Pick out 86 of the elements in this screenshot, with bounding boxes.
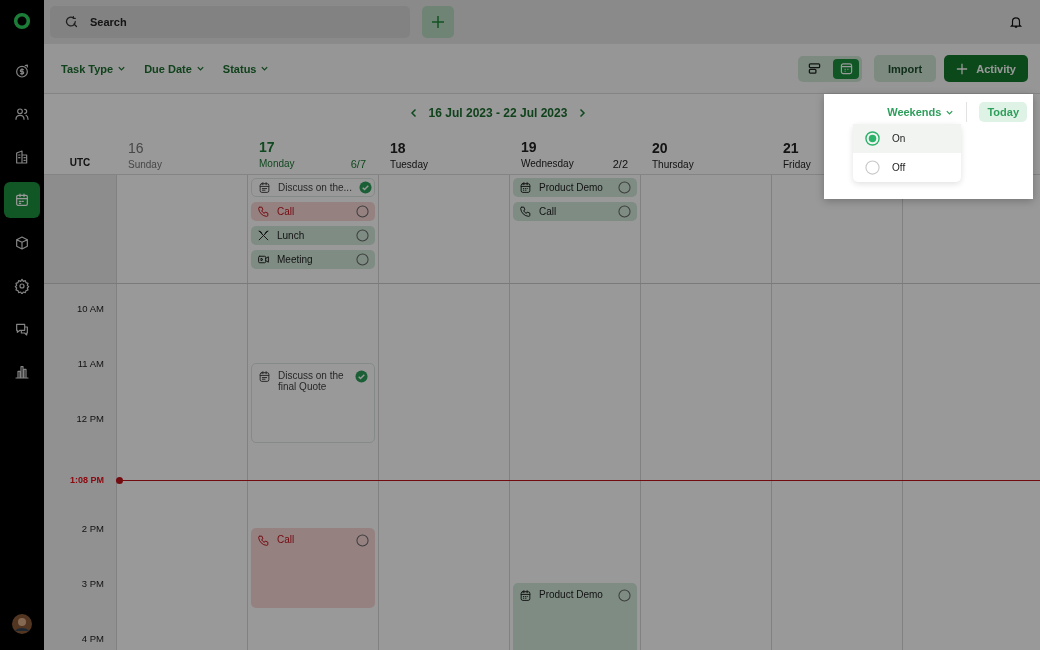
- hour-label: 11 AM: [77, 357, 104, 369]
- sidebar-item[interactable]: [4, 182, 40, 218]
- phone-icon: [257, 533, 270, 547]
- day-header[interactable]: 18 Tuesday: [378, 131, 509, 174]
- calendar-icon: [519, 181, 532, 194]
- event-title: Call: [277, 206, 296, 217]
- plus-icon: [956, 62, 969, 75]
- empty-circle-icon[interactable]: [356, 533, 369, 547]
- settings-icon: [14, 278, 30, 294]
- event-chip[interactable]: Call: [251, 202, 375, 221]
- chevron-down-icon: [117, 64, 127, 73]
- building-icon: [14, 149, 30, 165]
- calendar-icon: [519, 588, 532, 602]
- calendar-view-button[interactable]: [833, 58, 859, 79]
- weekends-dropdown[interactable]: Weekends: [887, 106, 955, 118]
- radio-button[interactable]: [865, 131, 880, 146]
- empty-circle-icon[interactable]: [356, 253, 369, 266]
- chevron-right-icon[interactable]: [577, 107, 588, 118]
- users-icon: [14, 106, 30, 122]
- empty-circle-icon[interactable]: [618, 588, 631, 602]
- current-time-label: 1:08 PM: [70, 474, 104, 485]
- date-range: 16 Jul 2023 - 22 Jul 2023: [428, 105, 568, 120]
- event-card[interactable]: Product Demo: [513, 582, 637, 650]
- video-icon: [257, 253, 270, 266]
- list-icon: [807, 62, 821, 75]
- day-header[interactable]: 17 Monday 6/7: [247, 131, 378, 174]
- event-chip[interactable]: Lunch: [251, 226, 375, 245]
- ring-logo-icon: [13, 12, 31, 30]
- event-card[interactable]: Discuss on the final Quote: [251, 362, 375, 444]
- hour-label: 10 AM: [77, 302, 104, 314]
- plus-icon: [431, 15, 445, 29]
- hour-label: 12 PM: [76, 412, 104, 424]
- check-circle-icon[interactable]: [355, 369, 368, 383]
- day-header[interactable]: 19 Wednesday 2/2: [509, 131, 640, 174]
- hour-label: 2 PM: [81, 522, 104, 534]
- timezone-label: UTC: [69, 157, 91, 168]
- event-chip[interactable]: Discuss on the...: [251, 178, 375, 197]
- check-circle-icon[interactable]: [358, 181, 372, 194]
- empty-circle-icon[interactable]: [618, 205, 631, 218]
- menu-option[interactable]: On: [853, 124, 961, 153]
- event-title: Lunch: [277, 230, 306, 241]
- dollar-cycle-icon: [14, 63, 30, 79]
- avatar-icon[interactable]: [12, 614, 32, 634]
- radio-button[interactable]: [865, 160, 880, 175]
- chevron-down-icon: [260, 64, 270, 73]
- calendar-icon: [258, 369, 271, 383]
- event-chip[interactable]: Product Demo: [513, 178, 637, 197]
- event-chip[interactable]: Call: [513, 202, 637, 221]
- empty-circle-icon[interactable]: [356, 205, 369, 218]
- event-chip[interactable]: Meeting: [251, 250, 375, 269]
- empty-circle-icon[interactable]: [356, 229, 369, 242]
- bell-icon[interactable]: [1009, 15, 1023, 29]
- chevron-down-icon: [195, 64, 205, 73]
- add-activity-button[interactable]: Activity: [944, 55, 1028, 82]
- empty-circle-icon[interactable]: [618, 181, 631, 194]
- filter-dropdown[interactable]: Task Type: [61, 62, 127, 75]
- day-header[interactable]: 20 Thursday: [640, 131, 771, 174]
- event-title: Meeting: [277, 254, 314, 265]
- phone-icon: [519, 205, 532, 218]
- event-title: Product Demo: [539, 182, 604, 193]
- phone-icon: [257, 205, 270, 218]
- chat-icon: [14, 321, 30, 337]
- add-button[interactable]: [422, 6, 454, 38]
- bar-chart-icon: [14, 364, 30, 380]
- search-field[interactable]: Search: [50, 6, 410, 38]
- event-title: Discuss on the...: [278, 182, 352, 193]
- import-button[interactable]: Import: [874, 55, 937, 82]
- event-title: Call: [277, 533, 296, 546]
- hour-label: 4 PM: [81, 632, 104, 644]
- chevron-left-icon[interactable]: [408, 107, 419, 118]
- event-title: Call: [539, 206, 558, 217]
- today-button[interactable]: Today: [979, 102, 1027, 122]
- event-card[interactable]: Call: [251, 527, 375, 609]
- menu-option[interactable]: Off: [853, 153, 961, 182]
- hour-label: 3 PM: [81, 577, 104, 589]
- calendar-icon: [14, 192, 30, 208]
- calendar-icon: [258, 181, 271, 194]
- event-title: Discuss on the final Quote: [278, 369, 345, 393]
- fork-knife-icon: [257, 229, 270, 242]
- event-title: Product Demo: [539, 588, 604, 601]
- search-icon: [64, 14, 79, 29]
- cube-icon: [14, 235, 30, 251]
- day-header[interactable]: 16 Sunday: [116, 131, 247, 174]
- filter-dropdown[interactable]: Status: [222, 62, 270, 75]
- filter-dropdown[interactable]: Due Date: [144, 62, 205, 75]
- calendar-icon: [839, 62, 853, 75]
